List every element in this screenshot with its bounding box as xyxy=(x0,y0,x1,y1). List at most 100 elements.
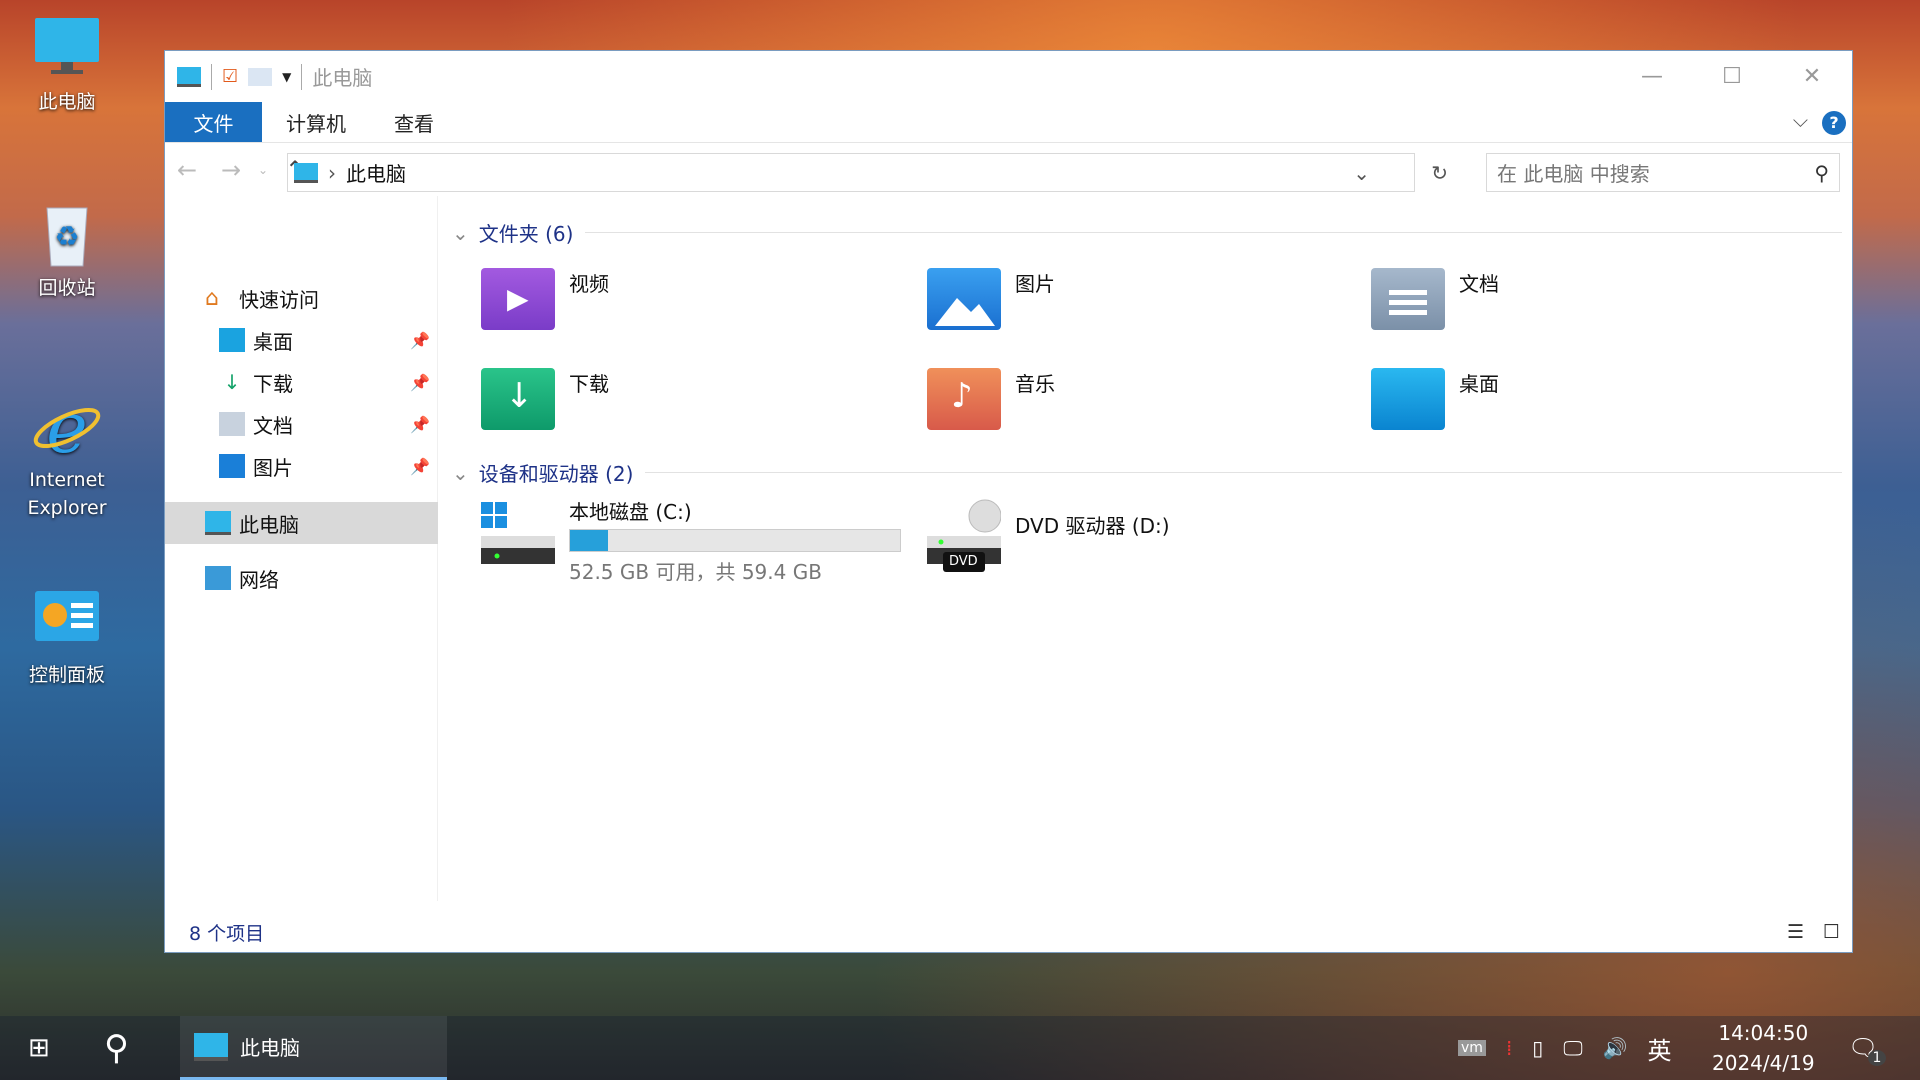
search-icon: ⚲ xyxy=(1814,161,1829,185)
drive-c[interactable]: 本地磁盘 (C:) 52.5 GB 可用，共 59.4 GB xyxy=(481,498,901,585)
volume-icon[interactable]: 🔊 xyxy=(1603,1036,1628,1060)
notification-count: 1 xyxy=(1868,1050,1886,1066)
desktop-icon-label: 此电脑 xyxy=(38,91,95,113)
status-bar: 8 个项目 ☰ ☐ xyxy=(165,912,1852,952)
breadcrumb-this-pc[interactable]: 此电脑 xyxy=(346,158,406,187)
address-bar[interactable]: › 此电脑 ⌄ ↻ xyxy=(287,153,1415,192)
devices-group-header[interactable]: ⌄设备和驱动器 (2) xyxy=(452,458,1842,487)
folder-videos[interactable]: ▶视频 xyxy=(481,268,609,330)
desktop-icon-label: 控制面板 xyxy=(29,664,105,686)
refresh-icon[interactable]: ↻ xyxy=(1431,161,1448,185)
clock[interactable]: 14:04:502024/4/19 xyxy=(1712,1016,1815,1080)
nav-label: 图片 xyxy=(253,452,293,481)
pin-icon[interactable]: 📌 xyxy=(410,331,430,350)
svg-text:♻: ♻ xyxy=(54,220,79,253)
folder-downloads[interactable]: ↓下载 xyxy=(481,368,609,430)
nav-label: 文档 xyxy=(253,410,293,439)
help-icon[interactable]: ? xyxy=(1822,111,1846,135)
notification-center-button[interactable]: 🗨1 xyxy=(1848,1016,1878,1080)
collapse-chevron-icon: ⌄ xyxy=(452,221,469,245)
music-folder-icon: ♪ xyxy=(927,368,1001,430)
pictures-folder-icon xyxy=(927,268,1001,330)
tab-computer[interactable]: 计算机 xyxy=(262,102,370,142)
content-pane: ⌄文件夹 (6) ▶视频 图片 文档 ↓下载 ♪音乐 桌面 ⌄设备和驱动器 (2… xyxy=(440,196,1852,901)
taskbar-app-label: 此电脑 xyxy=(240,1032,300,1061)
network-tray-icon[interactable]: 🖵 xyxy=(1563,1036,1582,1060)
desktop-icon-recycle-bin[interactable]: ♻ 回收站 xyxy=(12,198,122,302)
back-button[interactable]: ← xyxy=(165,156,209,184)
close-button[interactable]: ✕ xyxy=(1772,51,1852,101)
nav-desktop[interactable]: 桌面📌 xyxy=(165,320,438,360)
pin-icon[interactable]: 📌 xyxy=(410,415,430,434)
downloads-folder-icon: ↓ xyxy=(481,368,555,430)
pin-icon[interactable]: 📌 xyxy=(410,373,430,392)
drive-usage-fill xyxy=(570,530,608,551)
file-explorer-window: ☑ ▼ 此电脑 —☐✕ 文件 计算机 查看 ⌵ ? ← → ⌄ ↑ › 此电脑 … xyxy=(164,50,1853,953)
tab-view[interactable]: 查看 xyxy=(370,102,458,142)
details-view-icon[interactable]: ☰ xyxy=(1787,921,1804,943)
title-bar: ☑ ▼ 此电脑 —☐✕ xyxy=(165,51,1852,102)
desktop-icon-this-pc[interactable]: 此电脑 xyxy=(12,12,122,116)
network-icon xyxy=(205,566,231,590)
item-count: 8 个项目 xyxy=(189,919,264,946)
desktop-icon-ie[interactable]: e Internet Explorer xyxy=(12,390,122,522)
folder-music[interactable]: ♪音乐 xyxy=(927,368,1055,430)
start-button[interactable]: ⊞ xyxy=(28,1016,50,1080)
folders-group-header[interactable]: ⌄文件夹 (6) xyxy=(452,218,1842,247)
drive-d[interactable]: DVD DVD 驱动器 (D:) xyxy=(927,498,1170,574)
properties-icon[interactable]: ☑ xyxy=(222,66,238,87)
nav-quick-access[interactable]: ⌂快速访问 xyxy=(165,278,438,318)
folder-label: 图片 xyxy=(1015,268,1055,330)
this-pc-icon xyxy=(205,511,231,535)
folder-label: 文档 xyxy=(1459,268,1499,330)
this-pc-icon xyxy=(294,163,318,183)
forward-button[interactable]: → xyxy=(209,156,253,184)
drive-name: DVD 驱动器 (D:) xyxy=(1015,510,1170,574)
folder-desktop[interactable]: 桌面 xyxy=(1371,368,1499,430)
drive-usage-bar xyxy=(569,529,901,552)
collapse-chevron-icon: ⌄ xyxy=(452,461,469,485)
nav-downloads[interactable]: ↓ 下载 📌 xyxy=(165,362,438,402)
pictures-icon xyxy=(219,454,245,478)
quick-access-dropdown-icon[interactable]: ▼ xyxy=(282,70,291,84)
folder-documents[interactable]: 文档 xyxy=(1371,268,1499,330)
ribbon-tabs: 文件 计算机 查看 ⌵ ? xyxy=(165,102,1852,143)
desktop-icon-control-panel[interactable]: 控制面板 xyxy=(12,585,122,689)
address-dropdown-icon[interactable]: ⌄ xyxy=(1353,161,1370,185)
nav-this-pc[interactable]: 此电脑 xyxy=(165,502,438,544)
minimize-button[interactable]: — xyxy=(1612,51,1692,101)
search-button[interactable]: ⚲ xyxy=(104,1016,129,1080)
vmware-tray-icon[interactable]: vm xyxy=(1458,1040,1486,1056)
color-tray-icon[interactable]: ⁞ xyxy=(1506,1036,1512,1060)
taskbar-app-this-pc[interactable]: 此电脑 xyxy=(180,1016,447,1080)
desktop-folder-icon xyxy=(1371,368,1445,430)
clock-time: 14:04:50 xyxy=(1718,1018,1808,1048)
folder-label: 下载 xyxy=(569,368,609,430)
maximize-button[interactable]: ☐ xyxy=(1692,51,1772,101)
expand-ribbon-icon[interactable]: ⌵ xyxy=(1793,108,1808,132)
this-pc-icon xyxy=(177,67,201,87)
search-placeholder: 在 此电脑 中搜索 xyxy=(1497,158,1650,187)
breadcrumb-chevron-icon: › xyxy=(328,161,336,185)
folder-label: 视频 xyxy=(569,268,609,330)
input-method-indicator[interactable]: 英 xyxy=(1648,1031,1672,1066)
recycle-bin-icon: ♻ xyxy=(31,198,103,270)
folder-label: 音乐 xyxy=(1015,368,1055,430)
recent-locations-icon[interactable]: ⌄ xyxy=(253,163,273,177)
desktop-icon-label: 回收站 xyxy=(38,277,95,299)
folder-pictures[interactable]: 图片 xyxy=(927,268,1055,330)
nav-documents[interactable]: 文档 📌 xyxy=(165,404,438,444)
search-input[interactable]: 在 此电脑 中搜索 ⚲ xyxy=(1486,153,1840,192)
nav-label: 下载 xyxy=(253,368,293,397)
navigation-pane: ⌂快速访问 桌面📌 ↓ 下载 📌 文档 📌 图片 📌 此电脑 网络 xyxy=(165,196,438,901)
document-icon xyxy=(219,412,245,436)
usb-device-icon[interactable]: ▯ xyxy=(1532,1036,1543,1060)
tab-file[interactable]: 文件 xyxy=(165,102,262,142)
new-folder-icon[interactable] xyxy=(248,68,272,86)
videos-folder-icon: ▶ xyxy=(481,268,555,330)
large-icons-view-icon[interactable]: ☐ xyxy=(1823,921,1840,943)
nav-pictures[interactable]: 图片 📌 xyxy=(165,446,438,486)
pin-icon[interactable]: 📌 xyxy=(410,457,430,476)
nav-network[interactable]: 网络 xyxy=(165,558,438,598)
download-icon: ↓ xyxy=(219,370,245,394)
